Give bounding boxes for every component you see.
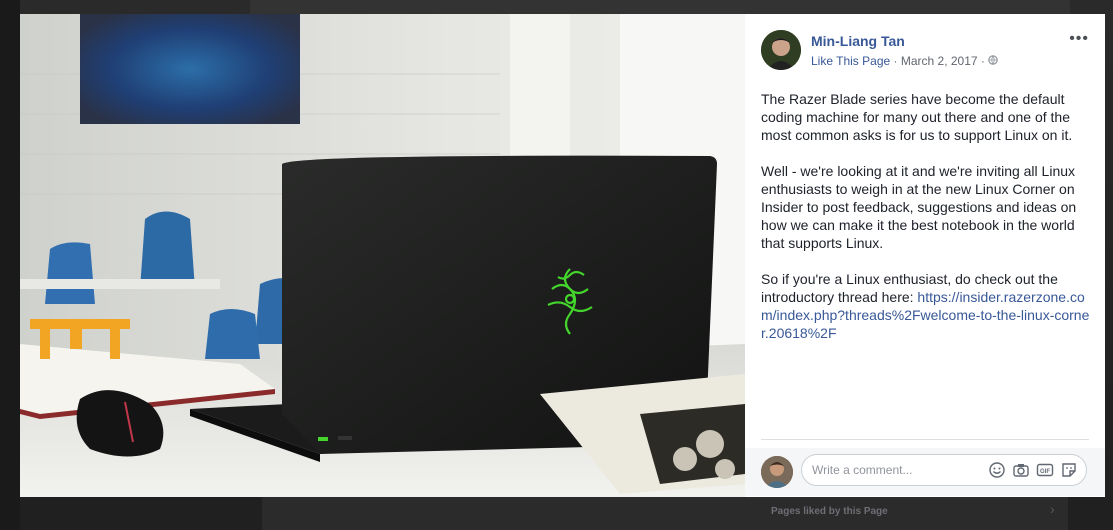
post-paragraph: Well - we're looking at it and we're inv…: [761, 163, 1077, 251]
comment-composer: Write a comment... GIF: [745, 448, 1105, 496]
backdrop-footer-card: [262, 497, 1068, 530]
viewer-avatar-image: [761, 456, 793, 488]
gif-icon[interactable]: GIF: [1036, 461, 1054, 479]
camera-icon[interactable]: [1012, 461, 1030, 479]
post-paragraph: The Razer Blade series have become the d…: [761, 91, 1073, 143]
author-avatar-image: [761, 30, 801, 70]
chevron-right-icon[interactable]: ›: [1050, 501, 1055, 517]
comment-placeholder: Write a comment...: [812, 463, 913, 477]
globe-icon: [988, 54, 999, 68]
meta-separator: ·: [890, 54, 901, 68]
post-meta: Like This Page · March 2, 2017 ·: [811, 54, 999, 68]
post-photo[interactable]: [20, 14, 745, 497]
post-message: The Razer Blade series have become the d…: [761, 90, 1091, 360]
sticker-icon[interactable]: [1060, 461, 1078, 479]
comment-actions: GIF: [988, 461, 1078, 479]
laptop-photo-illustration: [20, 14, 745, 497]
post-date-link[interactable]: March 2, 2017: [901, 54, 978, 68]
meta-separator: ·: [977, 54, 989, 68]
post-side-panel: Min-Liang Tan Like This Page · March 2, …: [745, 14, 1105, 497]
svg-text:GIF: GIF: [1040, 469, 1050, 475]
backdrop-top-strip: [250, 0, 1070, 14]
comment-input[interactable]: Write a comment... GIF: [801, 454, 1087, 486]
pages-liked-heading: Pages liked by this Page: [771, 506, 888, 517]
author-avatar[interactable]: [761, 30, 801, 70]
more-options-icon[interactable]: •••: [1069, 30, 1089, 48]
author-name-link[interactable]: Min-Liang Tan: [811, 33, 905, 49]
like-page-link[interactable]: Like This Page: [811, 54, 890, 68]
post-paragraph-with-link: So if you're a Linux enthusiast, do chec…: [761, 270, 1091, 342]
viewer-avatar[interactable]: [761, 456, 793, 488]
divider: [761, 439, 1089, 440]
backdrop-left-column: [0, 0, 20, 530]
post-header: Min-Liang Tan Like This Page · March 2, …: [761, 30, 1089, 74]
emoji-icon[interactable]: [988, 461, 1006, 479]
